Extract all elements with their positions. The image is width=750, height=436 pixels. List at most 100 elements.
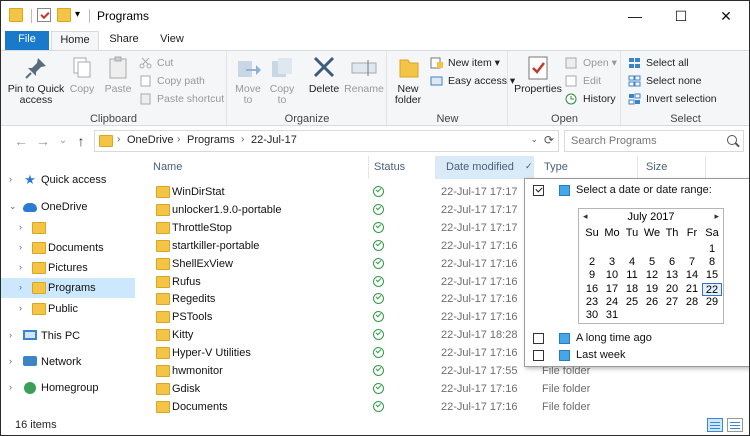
rename-button[interactable]: Rename xyxy=(344,55,384,95)
calendar-day[interactable]: 21 xyxy=(682,283,702,296)
close-button[interactable]: ✕ xyxy=(703,1,749,31)
calendar-day[interactable]: 13 xyxy=(662,269,682,282)
refresh-icon[interactable]: ⟳ xyxy=(544,133,554,147)
last-week-checkbox[interactable] xyxy=(533,350,544,361)
large-icons-view-button[interactable] xyxy=(727,418,743,432)
calendar-day[interactable]: 20 xyxy=(662,283,682,296)
calendar-day[interactable]: 6 xyxy=(662,256,682,269)
chevron-right-icon[interactable]: › xyxy=(19,222,22,232)
calendar-day[interactable]: 19 xyxy=(642,283,662,296)
calendar-day[interactable]: 18 xyxy=(622,283,642,296)
calendar-day[interactable]: 28 xyxy=(682,296,702,309)
new-item-button[interactable]: New item ▾ xyxy=(430,55,500,71)
calendar-day[interactable]: 27 xyxy=(662,296,682,309)
copy-to-button[interactable]: Copy to xyxy=(266,55,298,106)
calendar-day[interactable]: 10 xyxy=(602,269,622,282)
move-to-button[interactable]: Move to xyxy=(232,55,264,106)
nav-item-homegroup[interactable]: › Homegroup xyxy=(1,378,135,398)
chevron-right-icon[interactable]: › xyxy=(19,242,22,252)
calendar-day[interactable]: 12 xyxy=(642,269,662,282)
calendar-day[interactable]: 17 xyxy=(602,283,622,296)
calendar-day[interactable]: 15 xyxy=(702,269,722,282)
calendar-day[interactable]: 26 xyxy=(642,296,662,309)
calendar-day[interactable]: 14 xyxy=(682,269,702,282)
customize-qa-dropdown[interactable]: ▾ xyxy=(75,9,80,20)
invert-selection-button[interactable]: Invert selection xyxy=(628,91,717,107)
tab-home[interactable]: Home xyxy=(51,31,99,50)
nav-item-pictures[interactable]: › Pictures xyxy=(1,258,135,278)
paste-shortcut-button[interactable]: Paste shortcut xyxy=(139,91,224,107)
history-button[interactable]: History xyxy=(565,91,616,107)
breadcrumb-onedrive[interactable]: OneDrive xyxy=(127,134,173,146)
chevron-right-icon[interactable]: › xyxy=(9,330,12,340)
tab-view[interactable]: View xyxy=(149,31,195,50)
select-date-checkbox[interactable] xyxy=(533,185,544,196)
chevron-right-icon[interactable]: › xyxy=(9,174,12,184)
calendar-day[interactable]: 30 xyxy=(582,309,602,322)
search-input[interactable]: Search Programs xyxy=(571,135,657,147)
calendar-day[interactable]: 16 xyxy=(582,283,602,296)
chevron-right-icon[interactable]: › xyxy=(9,356,12,366)
breadcrumb-programs[interactable]: Programs xyxy=(187,134,235,146)
nav-item-documents[interactable]: › Documents xyxy=(1,238,135,258)
next-month-button[interactable]: ▸ xyxy=(714,211,719,222)
tab-file[interactable]: File xyxy=(5,31,49,50)
address-bar[interactable]: › OneDrive › Programs › 22-Jul-17 ⌄ ⟳ xyxy=(94,130,559,152)
easy-access-button[interactable]: Easy access ▾ xyxy=(430,73,515,89)
chevron-right-icon[interactable]: › xyxy=(19,282,22,292)
nav-item-this-pc[interactable]: › This PC xyxy=(1,326,135,346)
delete-button[interactable]: Delete xyxy=(306,55,342,95)
calendar-day[interactable]: 2 xyxy=(582,256,602,269)
nav-item-public[interactable]: › Public xyxy=(1,299,135,319)
up-button[interactable]: ↑ xyxy=(73,132,89,150)
select-none-button[interactable]: Select none xyxy=(628,73,701,89)
select-all-button[interactable]: Select all xyxy=(628,55,689,71)
calendar-day[interactable]: 29 xyxy=(702,296,722,309)
minimize-button[interactable]: — xyxy=(612,1,658,31)
calendar-day[interactable]: 3 xyxy=(602,256,622,269)
calendar-day[interactable]: 4 xyxy=(622,256,642,269)
new-folder-quick-icon[interactable] xyxy=(57,8,71,22)
properties-quick-icon[interactable] xyxy=(37,8,51,22)
breadcrumb-chevron[interactable]: › xyxy=(117,134,120,145)
properties-button[interactable]: Properties xyxy=(513,55,563,95)
nav-item-network[interactable]: › Network xyxy=(1,352,135,372)
nav-item-quick-access[interactable]: › ★ Quick access xyxy=(1,170,135,190)
calendar-day[interactable]: 5 xyxy=(642,256,662,269)
breadcrumb-date-folder[interactable]: 22-Jul-17 xyxy=(251,134,297,146)
copy-button[interactable]: Copy xyxy=(67,55,97,95)
long-time-ago-checkbox[interactable] xyxy=(533,333,544,344)
calendar-day[interactable]: 24 xyxy=(602,296,622,309)
table-row[interactable]: Gdisk 22-Jul-17 17:16 File folder xyxy=(141,380,749,398)
calendar-day[interactable]: 1 xyxy=(702,243,722,256)
new-folder-button[interactable]: New folder xyxy=(390,55,426,106)
column-header-name[interactable]: Name xyxy=(143,156,369,179)
breadcrumb-chevron[interactable]: › xyxy=(241,134,244,145)
column-header-size[interactable]: Size xyxy=(636,156,706,179)
nav-item-onedrive[interactable]: ⌄ OneDrive xyxy=(1,197,135,217)
cut-button[interactable]: Cut xyxy=(139,55,173,71)
chevron-right-icon[interactable]: › xyxy=(9,382,12,392)
calendar-day[interactable]: 22 xyxy=(702,282,722,296)
chevron-right-icon[interactable]: › xyxy=(19,262,22,272)
open-button[interactable]: Open ▾ xyxy=(565,55,617,71)
table-row[interactable]: Documents 22-Jul-17 17:16 File folder xyxy=(141,398,749,416)
recent-locations-button[interactable]: ⌄ xyxy=(55,132,71,150)
calendar-day[interactable]: 25 xyxy=(622,296,642,309)
column-header-date-modified[interactable]: Date modified xyxy=(436,156,534,179)
tab-share[interactable]: Share xyxy=(101,31,147,50)
search-box[interactable]: Search Programs xyxy=(564,130,744,152)
details-view-button[interactable] xyxy=(707,418,723,432)
calendar-day[interactable]: 9 xyxy=(582,269,602,282)
nav-item-programs[interactable]: › Programs xyxy=(1,278,135,298)
back-button[interactable]: ← xyxy=(13,132,29,150)
chevron-right-icon[interactable]: › xyxy=(19,303,22,313)
forward-button[interactable]: → xyxy=(35,132,51,150)
calendar-day[interactable]: 11 xyxy=(622,269,642,282)
calendar-month[interactable]: July 2017 xyxy=(579,211,723,223)
maximize-button[interactable]: ☐ xyxy=(658,1,704,31)
paste-button[interactable]: Paste xyxy=(101,55,135,95)
edit-button[interactable]: Edit xyxy=(565,73,601,89)
breadcrumb-chevron[interactable]: › xyxy=(177,134,180,145)
copy-path-button[interactable]: Copy path xyxy=(139,73,205,89)
